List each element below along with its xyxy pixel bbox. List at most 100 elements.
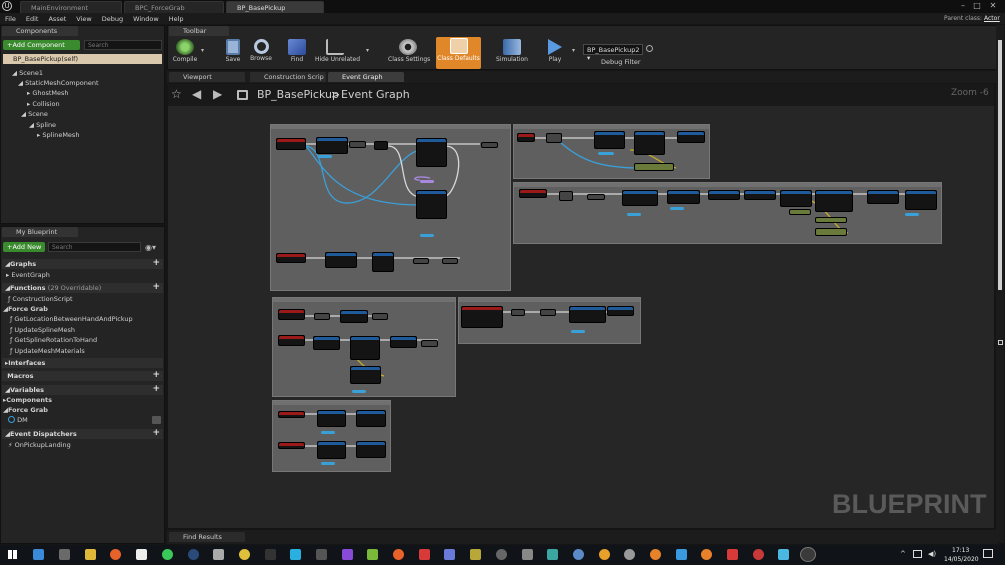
variable-getter[interactable] [571, 330, 585, 333]
function-node[interactable] [317, 410, 346, 427]
app-icon[interactable] [367, 549, 378, 560]
function-node[interactable] [744, 190, 776, 200]
event-node[interactable] [278, 411, 305, 418]
chrome-icon[interactable] [239, 549, 250, 560]
function-node[interactable] [622, 190, 658, 206]
event-node[interactable] [278, 309, 305, 320]
variable-getter[interactable] [321, 462, 335, 465]
mail-icon[interactable] [33, 549, 44, 560]
event-node[interactable] [519, 189, 547, 198]
media-icon[interactable] [136, 549, 147, 560]
side-checkbox[interactable] [998, 340, 1003, 345]
variable-getter[interactable] [627, 213, 641, 216]
whatsapp-icon[interactable] [162, 549, 173, 560]
file-explorer-icon[interactable] [85, 549, 96, 560]
app-icon[interactable] [419, 549, 430, 560]
app-icon[interactable] [778, 549, 789, 560]
function-node[interactable] [416, 190, 447, 219]
function-node[interactable] [372, 252, 394, 272]
app-icon[interactable] [650, 549, 661, 560]
function-node[interactable] [356, 410, 386, 427]
branch-node[interactable] [789, 209, 811, 215]
app-icon[interactable] [290, 549, 301, 560]
variable-getter[interactable] [318, 155, 332, 158]
calculator-icon[interactable] [59, 549, 70, 560]
function-node[interactable] [325, 252, 357, 268]
app-icon[interactable] [573, 549, 584, 560]
app-icon[interactable] [599, 549, 610, 560]
function-node[interactable] [569, 306, 606, 323]
clock-time[interactable]: 17:13 [952, 547, 969, 554]
cast-node[interactable] [349, 141, 366, 148]
network-icon[interactable] [913, 550, 922, 558]
variable-getter[interactable] [905, 213, 919, 216]
function-node[interactable] [416, 138, 447, 167]
function-node[interactable] [317, 441, 346, 459]
function-node[interactable] [667, 190, 700, 204]
app-icon[interactable] [316, 549, 327, 560]
variable-node[interactable] [540, 309, 556, 316]
event-node[interactable] [276, 138, 306, 150]
app-icon[interactable] [624, 549, 635, 560]
event-node[interactable] [461, 306, 503, 328]
branch-node[interactable] [815, 228, 847, 236]
event-node[interactable] [517, 133, 535, 142]
function-node[interactable] [316, 137, 348, 154]
variable-node[interactable] [442, 258, 458, 264]
app-icon[interactable] [470, 549, 481, 560]
variable-node[interactable] [421, 340, 438, 347]
variable-node[interactable] [511, 309, 525, 316]
find-results-tab[interactable]: Find Results [169, 532, 245, 542]
variable-node[interactable] [546, 133, 562, 143]
variable-node[interactable] [413, 258, 429, 264]
variable-node[interactable] [587, 194, 605, 200]
windows-start-icon[interactable] [8, 550, 17, 559]
visual-studio-icon[interactable] [342, 549, 353, 560]
tray-chevron-icon[interactable]: ^ [900, 550, 906, 558]
steam-icon[interactable] [188, 549, 199, 560]
app-icon[interactable] [522, 549, 533, 560]
app-icon[interactable] [547, 549, 558, 560]
variable-getter[interactable] [352, 390, 366, 393]
function-node[interactable] [607, 306, 634, 316]
function-node[interactable] [677, 131, 705, 143]
cast-node[interactable] [374, 141, 388, 150]
variable-node[interactable] [481, 142, 498, 148]
variable-getter[interactable] [321, 431, 335, 434]
blender-icon[interactable] [701, 549, 712, 560]
event-node[interactable] [278, 442, 305, 449]
scrollbar-thumb[interactable] [998, 40, 1002, 290]
app-icon[interactable] [393, 549, 404, 560]
branch-node[interactable] [634, 163, 674, 171]
app-icon[interactable] [753, 549, 764, 560]
function-node[interactable] [905, 190, 937, 210]
clock-date[interactable]: 14/05/2020 [944, 556, 979, 563]
acrobat-icon[interactable] [727, 549, 738, 560]
function-node[interactable] [594, 131, 625, 149]
function-node[interactable] [350, 336, 380, 360]
event-node[interactable] [278, 335, 305, 346]
variable-getter[interactable] [420, 234, 434, 237]
notifications-icon[interactable] [983, 549, 993, 558]
app-icon[interactable] [213, 549, 224, 560]
variable-node[interactable] [314, 313, 330, 320]
function-node[interactable] [313, 336, 340, 350]
variable-node[interactable] [372, 313, 388, 320]
function-node[interactable] [815, 190, 853, 212]
variable-getter[interactable] [670, 207, 684, 210]
volume-icon[interactable]: ◀) [928, 550, 936, 558]
function-node[interactable] [708, 190, 740, 200]
app-icon[interactable] [496, 549, 507, 560]
function-node[interactable] [390, 336, 417, 348]
variable-getter[interactable] [420, 180, 434, 183]
unreal-engine-icon[interactable] [800, 547, 816, 562]
variable-getter[interactable] [598, 152, 614, 155]
event-node[interactable] [276, 253, 306, 263]
function-node[interactable] [634, 131, 665, 155]
function-node[interactable] [867, 190, 899, 204]
app-icon[interactable] [265, 549, 276, 560]
variable-node[interactable] [559, 191, 573, 201]
discord-icon[interactable] [444, 549, 455, 560]
branch-node[interactable] [815, 217, 847, 223]
firefox-icon[interactable] [110, 549, 121, 560]
